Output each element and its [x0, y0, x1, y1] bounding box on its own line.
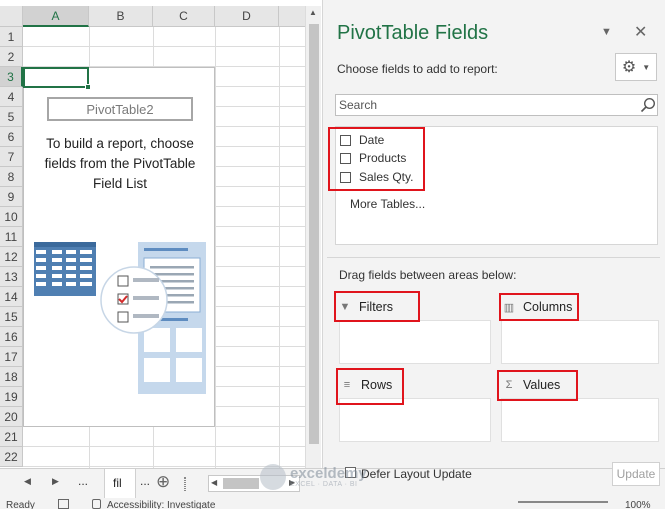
column-header-e-partial[interactable]	[279, 6, 305, 27]
scroll-left-icon[interactable]: ◀	[211, 478, 217, 487]
watermark-tagline: EXCEL · DATA · BI	[290, 481, 358, 488]
row-header-8[interactable]: 8	[0, 167, 23, 187]
pane-divider[interactable]	[327, 257, 660, 258]
row-header-22[interactable]: 22	[0, 447, 23, 467]
row-header-5[interactable]: 5	[0, 107, 23, 127]
pane-title: PivotTable Fields	[337, 22, 489, 44]
more-sheets-right[interactable]: ...	[140, 474, 150, 488]
rows-highlight-box	[336, 368, 404, 405]
sheet-tab[interactable]: fil	[104, 469, 136, 498]
pivottable-instructions: To build a report, choose fields from th…	[44, 136, 196, 191]
pane-options-chevron-icon[interactable]: ▼	[601, 26, 612, 38]
sheet-tab-label: fil	[113, 476, 122, 490]
more-sheets-left[interactable]: ...	[78, 474, 88, 488]
filters-drop-area[interactable]	[339, 320, 491, 364]
defer-layout-label: Defer Layout Update	[361, 467, 472, 481]
more-tables-link[interactable]: More Tables...	[350, 197, 425, 211]
horizontal-scrollbar-thumb[interactable]	[223, 478, 259, 489]
status-ready: Ready	[6, 500, 35, 509]
column-header-b[interactable]: B	[89, 6, 153, 27]
row-header-17[interactable]: 17	[0, 347, 23, 367]
exceldemy-logo-icon	[260, 464, 286, 490]
gridline	[23, 446, 305, 447]
accessibility-icon[interactable]	[92, 499, 101, 509]
row-header-19[interactable]: 19	[0, 387, 23, 407]
pivot-illustration-icon	[34, 242, 206, 394]
pivottable-fields-pane: PivotTable Fields ▼ ✕ Choose fields to a…	[322, 0, 665, 486]
columns-drop-area[interactable]	[501, 320, 659, 364]
row-header-3[interactable]: 3	[0, 67, 23, 87]
row-header-16[interactable]: 16	[0, 327, 23, 347]
row-header-2[interactable]: 2	[0, 47, 23, 67]
pivottable-name: PivotTable2	[47, 97, 193, 121]
gridline	[279, 27, 280, 468]
values-highlight-box	[497, 370, 578, 401]
choose-fields-label: Choose fields to add to report:	[337, 62, 498, 76]
watermark-name: exceldemy	[290, 465, 367, 482]
values-drop-area[interactable]	[501, 398, 659, 442]
scrollbar-thumb[interactable]	[309, 24, 319, 444]
columns-highlight-box	[499, 293, 579, 321]
vertical-scrollbar[interactable]: ▲	[305, 6, 321, 468]
scroll-up-icon[interactable]: ▲	[309, 8, 317, 17]
row-header-10[interactable]: 10	[0, 207, 23, 227]
cell-mode-icon	[58, 499, 69, 509]
status-bar: Ready Accessibility: Investigate 100%	[0, 498, 665, 509]
row-header-18[interactable]: 18	[0, 367, 23, 387]
close-pane-icon[interactable]: ✕	[634, 22, 647, 42]
row-header-20[interactable]: 20	[0, 407, 23, 427]
fill-handle[interactable]	[85, 84, 91, 90]
update-button[interactable]: Update	[612, 462, 660, 486]
active-cell-a3[interactable]	[23, 67, 91, 90]
row-header-11[interactable]: 11	[0, 227, 23, 247]
field-search-box[interactable]	[335, 94, 658, 116]
row-header-4[interactable]: 4	[0, 87, 23, 107]
gridline	[215, 27, 216, 468]
field-search-input[interactable]	[336, 95, 642, 115]
worksheet-grid[interactable]: A B C D PivotTable2 To build a report, c…	[0, 0, 305, 468]
accessibility-status[interactable]: Accessibility: Investigate	[107, 500, 215, 509]
select-all-corner[interactable]	[0, 6, 23, 27]
row-header-7[interactable]: 7	[0, 147, 23, 167]
zoom-level[interactable]: 100%	[625, 500, 651, 509]
zoom-slider[interactable]	[518, 501, 608, 503]
row-header-13[interactable]: 13	[0, 267, 23, 287]
row-header-14[interactable]: 14	[0, 287, 23, 307]
chevron-down-icon: ▼	[642, 62, 651, 72]
pivottable-placeholder[interactable]: PivotTable2 To build a report, choose fi…	[23, 67, 215, 427]
column-header-d[interactable]: D	[215, 6, 279, 27]
row-header-6[interactable]: 6	[0, 127, 23, 147]
row-header-1[interactable]: 1	[0, 27, 23, 47]
drag-fields-label: Drag fields between areas below:	[339, 268, 517, 282]
row-header-12[interactable]: 12	[0, 247, 23, 267]
row-header-15[interactable]: 15	[0, 307, 23, 327]
fields-highlight-box	[328, 127, 425, 191]
filters-highlight-box	[334, 291, 420, 322]
exceldemy-watermark: exceldemy EXCEL · DATA · BI	[260, 464, 367, 490]
gear-icon: ⚙	[621, 59, 637, 76]
add-sheet-icon[interactable]: ⊕	[156, 472, 170, 492]
column-header-a[interactable]: A	[23, 6, 89, 27]
tab-split-handle[interactable]	[184, 477, 186, 491]
next-sheet-icon[interactable]: ▶	[52, 476, 59, 487]
gridline	[23, 46, 305, 47]
field-settings-button[interactable]: ⚙ ▼	[615, 53, 657, 81]
column-header-c[interactable]: C	[153, 6, 215, 27]
search-icon[interactable]	[640, 97, 656, 113]
row-header-9[interactable]: 9	[0, 187, 23, 207]
prev-sheet-icon[interactable]: ◀	[24, 476, 31, 487]
row-header-21[interactable]: 21	[0, 427, 23, 447]
